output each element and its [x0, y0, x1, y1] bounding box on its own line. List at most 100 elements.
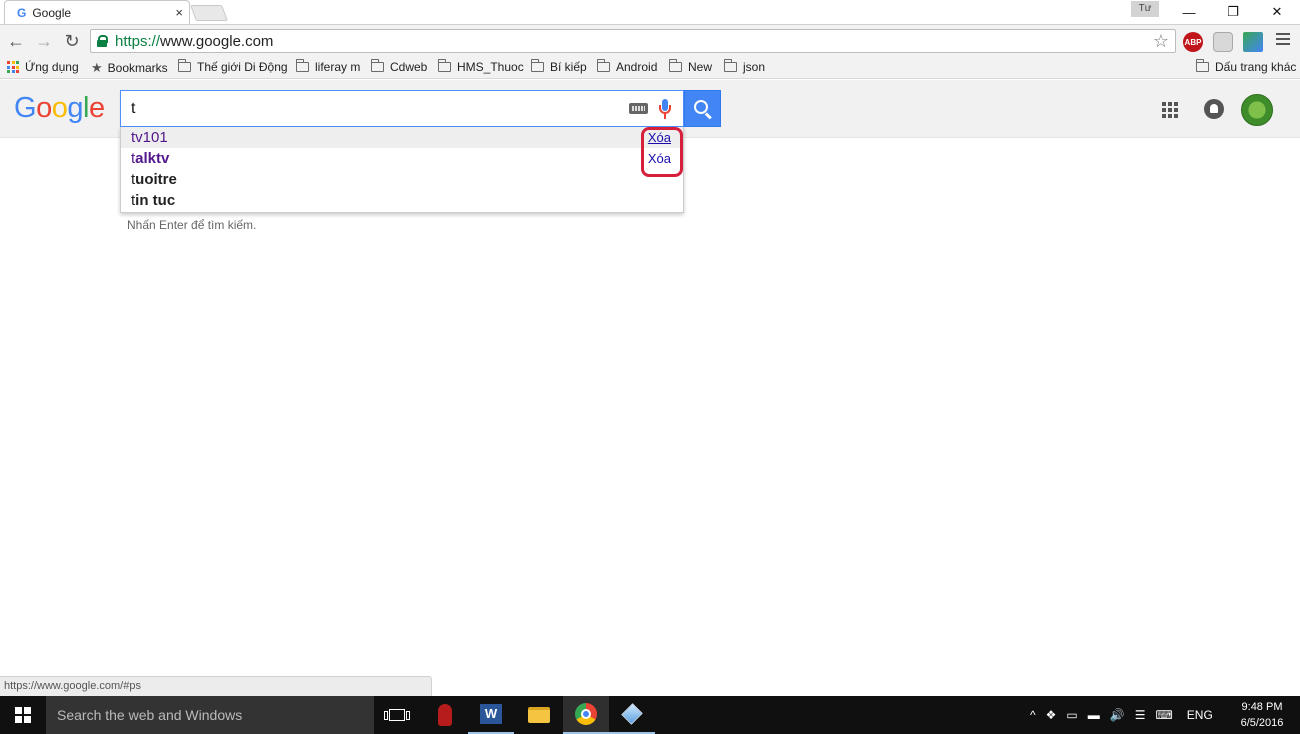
- box-app-icon: [621, 703, 643, 725]
- show-hidden-icons-icon[interactable]: ^: [1030, 708, 1036, 722]
- folder-icon: [668, 59, 682, 72]
- input-language[interactable]: ENG: [1187, 708, 1213, 722]
- logo-letter: o: [36, 92, 52, 124]
- clock-time: 9:48 PM: [1241, 701, 1283, 713]
- windows-taskbar: Search the web and Windows W ^ ❖ ▭ ▬ 🔊 ☰…: [0, 696, 1300, 734]
- chrome-menu-icon[interactable]: [1276, 33, 1290, 47]
- suggestion-item[interactable]: tuoitre: [121, 169, 683, 190]
- folder-icon: [723, 59, 737, 72]
- action-center-icon[interactable]: ☰: [1135, 708, 1146, 722]
- bookmark-folder[interactable]: HMS_Thuoc: [437, 59, 524, 74]
- bookmark-other[interactable]: Dấu trang khác: [1195, 59, 1297, 74]
- suggestion-completion: v101: [135, 129, 168, 146]
- suggestion-item[interactable]: tin tuc: [121, 190, 683, 211]
- suggestion-item[interactable]: tv101 Xóa: [121, 127, 683, 148]
- folder-icon: [1195, 59, 1209, 72]
- google-logo[interactable]: Google: [14, 92, 105, 125]
- bookmark-folder[interactable]: Android: [596, 59, 658, 74]
- logo-letter: e: [88, 92, 105, 124]
- file-explorer-button[interactable]: [516, 696, 562, 734]
- search-box: [120, 90, 684, 127]
- bookmark-label: Android: [616, 60, 658, 74]
- system-tray: ^ ❖ ▭ ▬ 🔊 ☰ ⌨ ENG: [1030, 696, 1213, 734]
- virtualbox-button[interactable]: [609, 696, 655, 734]
- annotation-highlight-box: [641, 127, 683, 177]
- microphone-icon[interactable]: [659, 99, 671, 121]
- logo-letter: G: [14, 92, 37, 124]
- minimize-button[interactable]: —: [1167, 0, 1211, 24]
- restore-button[interactable]: ❐: [1211, 0, 1255, 24]
- word-button[interactable]: W: [468, 696, 514, 734]
- reload-button[interactable]: ↻: [61, 30, 83, 52]
- volume-icon[interactable]: 🔊: [1110, 708, 1125, 722]
- folder-icon: [596, 59, 610, 72]
- chrome-icon: [575, 703, 597, 725]
- bookmark-folder[interactable]: Bí kiếp: [530, 59, 587, 74]
- chrome-button[interactable]: [563, 696, 609, 734]
- profile-chip[interactable]: Tư: [1131, 1, 1159, 17]
- bookmark-label: HMS_Thuoc: [457, 60, 524, 74]
- bookmark-label: Bí kiếp: [550, 60, 587, 74]
- word-icon: W: [480, 704, 502, 724]
- bookmark-bookmarks[interactable]: ★ Bookmarks: [91, 60, 168, 76]
- new-tab-button[interactable]: [190, 5, 228, 21]
- tab-title: Google: [32, 5, 72, 20]
- touch-keyboard-icon[interactable]: ⌨: [1155, 708, 1172, 722]
- bookmark-apps[interactable]: Ứng dụng: [7, 60, 79, 74]
- notifications-icon[interactable]: [1204, 99, 1224, 119]
- bookmark-label: New: [688, 60, 713, 74]
- suggestion-item[interactable]: talktv Xóa: [121, 148, 683, 169]
- taskbar-search[interactable]: Search the web and Windows: [46, 696, 374, 734]
- bookmark-label: json: [743, 60, 766, 74]
- bookmark-label: Dấu trang khác: [1215, 60, 1297, 74]
- star-icon: ★: [91, 60, 103, 75]
- dropbox-icon[interactable]: ❖: [1046, 708, 1057, 722]
- close-window-button[interactable]: ✕: [1255, 0, 1299, 24]
- shield-extension-icon[interactable]: [1213, 32, 1233, 52]
- bookmark-label: Thế giới Di Động: [197, 60, 288, 74]
- folder-icon: [530, 59, 544, 72]
- search-input[interactable]: [131, 99, 621, 119]
- bookmark-folder[interactable]: Thế giới Di Động: [177, 59, 288, 74]
- google-favicon-icon: G: [17, 5, 27, 20]
- folder-icon: [295, 59, 309, 72]
- landscape-extension-icon[interactable]: [1243, 32, 1263, 52]
- tab-close-icon[interactable]: ×: [175, 5, 183, 20]
- battery-icon[interactable]: ▬: [1088, 708, 1100, 722]
- folder-icon: [370, 59, 384, 72]
- adblock-extension-icon[interactable]: ABP: [1183, 32, 1203, 52]
- tab-google[interactable]: G Google ×: [4, 0, 190, 24]
- url-host: www.google.com: [160, 32, 274, 50]
- bookmark-folder[interactable]: json: [723, 59, 766, 74]
- tab-strip: G Google × Tư — ❐ ✕: [0, 0, 1300, 24]
- bookmark-star-icon[interactable]: ☆: [1153, 31, 1169, 52]
- account-avatar[interactable]: [1241, 94, 1273, 126]
- bookmark-label: liferay m: [315, 60, 361, 74]
- task-view-button[interactable]: [374, 696, 420, 734]
- url-scheme: https://: [115, 32, 161, 50]
- address-bar[interactable]: https:// www.google.com ☆: [90, 29, 1176, 53]
- back-button[interactable]: ←: [5, 30, 27, 52]
- bookmark-label: Ứng dụng: [25, 60, 79, 74]
- logo-letter: o: [51, 92, 68, 124]
- app-ninja-button[interactable]: [422, 696, 468, 734]
- bookmarks-bar: Ứng dụng ★ Bookmarks Thế giới Di Động li…: [0, 57, 1300, 79]
- folder-icon: [177, 59, 191, 72]
- browser-toolbar: ← → ↻ https:// www.google.com ☆ ABP: [0, 24, 1300, 57]
- ninja-app-icon: [438, 704, 452, 726]
- google-apps-icon[interactable]: [1162, 102, 1178, 118]
- bookmark-folder[interactable]: liferay m: [295, 59, 361, 74]
- logo-letter: g: [67, 92, 83, 124]
- folder-icon: [437, 59, 451, 72]
- apps-grid-icon: [7, 61, 19, 73]
- forward-button[interactable]: →: [33, 30, 55, 52]
- clock[interactable]: 9:48 PM 6/5/2016: [1232, 699, 1292, 731]
- network-icon[interactable]: ▭: [1066, 708, 1077, 722]
- bookmark-folder[interactable]: Cdweb: [370, 59, 427, 74]
- bookmark-folder[interactable]: New: [668, 59, 713, 74]
- keyboard-icon[interactable]: [629, 103, 648, 114]
- start-button[interactable]: [0, 696, 46, 734]
- status-bar: https://www.google.com/#ps: [0, 676, 432, 696]
- search-button[interactable]: [684, 90, 721, 127]
- lock-icon: [97, 35, 108, 47]
